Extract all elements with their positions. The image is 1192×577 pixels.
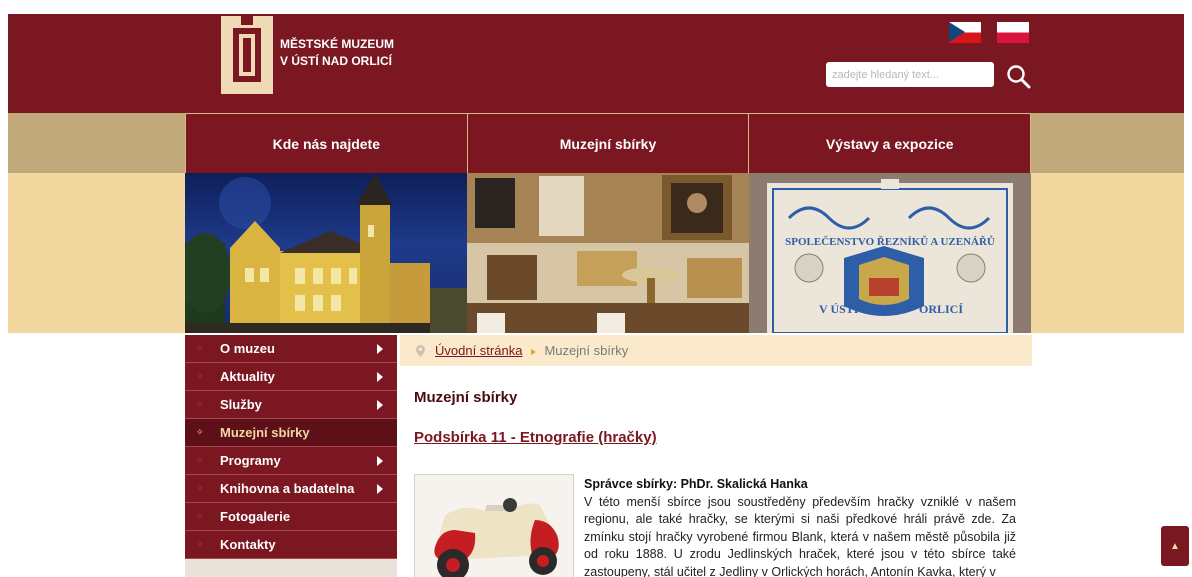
menu-item-programy[interactable]: ✧ Programy xyxy=(185,447,397,475)
bullet-icon: ✧ xyxy=(196,539,204,549)
menu-item-label: Programy xyxy=(220,453,281,468)
chevron-right-icon xyxy=(377,344,383,354)
logo-frame-inner xyxy=(239,34,255,76)
menu-item-label: O muzeu xyxy=(220,341,275,356)
chevron-right-icon xyxy=(377,484,383,494)
chevron-right-icon xyxy=(377,372,383,382)
menu-item-aktuality[interactable]: ✧ Aktuality xyxy=(185,363,397,391)
menu-item-knihovna-a-badatelna[interactable]: ✧ Knihovna a badatelna xyxy=(185,475,397,503)
nav-item-vystavy-a-expozice[interactable]: Výstavy a expozice xyxy=(748,113,1032,173)
menu-item-o-muzeu[interactable]: ✧ O muzeu xyxy=(185,335,397,363)
menu-bottom-panel xyxy=(185,559,397,577)
banner-images: SPOLEČENSTVO ŘEZNÍKŮ A UZENÁŘŮ V ÚSTÍ OR… xyxy=(185,173,1031,333)
collection-text: V této menší sbírce jsou soustředěny pře… xyxy=(584,494,1016,577)
menu-item-fotogalerie[interactable]: ✧ Fotogalerie xyxy=(185,503,397,531)
menu-item-muzejni-sbirky[interactable]: ✧ Muzejní sbírky xyxy=(185,419,397,447)
arrow-up-icon: ▲ xyxy=(1170,540,1180,552)
logo-frame xyxy=(233,28,261,82)
bullet-icon: ✧ xyxy=(196,343,204,353)
guild-banner-image: SPOLEČENSTVO ŘEZNÍKŮ A UZENÁŘŮ V ÚSTÍ OR… xyxy=(749,173,1031,333)
breadcrumb-home-link[interactable]: Úvodní stránka xyxy=(435,343,522,358)
menu-item-sluzby[interactable]: ✧ Služby xyxy=(185,391,397,419)
menu-item-label: Aktuality xyxy=(220,369,275,384)
pl-flag-icon[interactable] xyxy=(997,22,1029,43)
bullet-icon: ✧ xyxy=(196,483,204,493)
museum-interior-image xyxy=(467,173,749,333)
cz-flag-icon[interactable] xyxy=(949,22,981,43)
collection-admin: Správce sbírky: PhDr. Skalická Hanka xyxy=(584,477,808,491)
banner-flag-text-2: V ÚSTÍ xyxy=(819,302,859,316)
page-title: Muzejní sbírky xyxy=(414,389,518,406)
logo-core xyxy=(243,38,251,72)
bullet-icon: ✧ xyxy=(196,511,204,521)
collection-title-link[interactable]: Podsbírka 11 - Etnografie (hračky) xyxy=(414,429,657,446)
location-pin-icon xyxy=(416,344,425,357)
museum-logo[interactable] xyxy=(221,15,273,94)
side-menu: ✧ O muzeu ✧ Aktuality ✧ Služby ✧ Muzejní… xyxy=(185,335,397,577)
nav-item-muzejni-sbirky[interactable]: Muzejní sbírky xyxy=(466,113,749,173)
guild-banner-illustration: SPOLEČENSTVO ŘEZNÍKŮ A UZENÁŘŮ V ÚSTÍ OR… xyxy=(749,173,1031,333)
menu-item-label: Fotogalerie xyxy=(220,509,291,524)
logo-line2: V ÚSTÍ NAD ORLICÍ xyxy=(280,54,393,68)
nav-item-kde-nas-najdete[interactable]: Kde nás najdete xyxy=(185,113,467,173)
main-nav: Kde nás najdete Muzejní sbírky Výstavy a… xyxy=(185,113,1032,173)
search-icon[interactable] xyxy=(1006,64,1032,90)
logo-notch xyxy=(241,15,253,25)
menu-item-label: Knihovna a badatelna xyxy=(220,481,355,496)
menu-item-label: Kontakty xyxy=(220,537,276,552)
collection-description: Správce sbírky: PhDr. Skalická Hanka V t… xyxy=(584,476,1016,577)
menu-item-label: Muzejní sbírky xyxy=(220,425,310,440)
site-header: MĚSTSKÉ MUZEUM V ÚSTÍ NAD ORLICÍ xyxy=(8,14,1184,113)
menu-item-kontakty[interactable]: ✧ Kontakty xyxy=(185,531,397,559)
chevron-right-icon xyxy=(377,456,383,466)
breadcrumb-separator-icon xyxy=(531,348,537,355)
breadcrumb: Úvodní stránka Muzejní sbírky xyxy=(400,335,1032,366)
bullet-icon: ✧ xyxy=(196,371,204,381)
toy-car-thumbnail[interactable] xyxy=(414,474,574,577)
search-input[interactable] xyxy=(826,62,994,87)
bullet-icon: ✧ xyxy=(196,455,204,465)
museum-building-image xyxy=(185,173,467,333)
breadcrumb-current: Muzejní sbírky xyxy=(544,343,629,358)
banner-flag-text-1: SPOLEČENSTVO ŘEZNÍKŮ A UZENÁŘŮ xyxy=(785,235,995,248)
museum-interior-illustration xyxy=(467,173,749,333)
logo-text[interactable]: MĚSTSKÉ MUZEUM V ÚSTÍ NAD ORLICÍ xyxy=(280,36,394,70)
bullet-icon: ✧ xyxy=(196,427,204,437)
menu-item-label: Služby xyxy=(220,397,262,412)
banner-flag-text-3: ORLICÍ xyxy=(919,302,963,316)
logo-line1: MĚSTSKÉ MUZEUM xyxy=(280,37,394,51)
chevron-right-icon xyxy=(377,400,383,410)
toy-car-illustration xyxy=(415,475,573,577)
scroll-to-top-button[interactable]: ▲ xyxy=(1161,526,1189,566)
museum-building-illustration xyxy=(185,173,467,333)
bullet-icon: ✧ xyxy=(196,399,204,409)
